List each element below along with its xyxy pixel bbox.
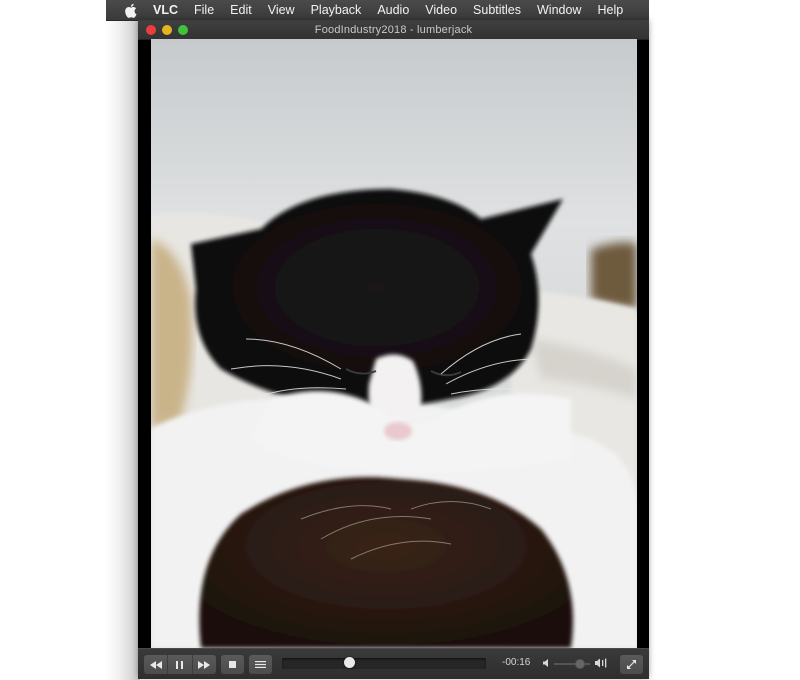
apple-menu-icon[interactable] xyxy=(123,2,137,18)
minimize-button[interactable] xyxy=(162,25,172,35)
title-bar[interactable]: FoodIndustry2018 - lumberjack xyxy=(138,20,649,40)
close-button[interactable] xyxy=(146,25,156,35)
video-area[interactable] xyxy=(151,39,637,648)
menu-bar: VLC File Edit View Playback Audio Video … xyxy=(106,0,649,20)
vlc-window: FoodIndustry2018 - lumberjack -00:16 xyxy=(138,20,649,679)
fullscreen-button[interactable] xyxy=(620,655,643,674)
window-controls xyxy=(146,25,188,35)
menu-edit[interactable]: Edit xyxy=(230,3,252,17)
speaker-low-icon[interactable] xyxy=(543,659,549,667)
seek-knob[interactable] xyxy=(343,657,355,668)
stop-icon xyxy=(229,661,236,668)
rewind-icon xyxy=(149,660,162,669)
fullscreen-icon xyxy=(627,660,636,669)
rewind-button[interactable] xyxy=(144,655,169,674)
time-remaining[interactable]: -00:16 xyxy=(502,657,534,668)
playback-controls: -00:16 xyxy=(138,648,649,679)
stop-button[interactable] xyxy=(221,655,244,674)
menu-vlc[interactable]: VLC xyxy=(153,3,178,17)
playlist-icon xyxy=(255,661,266,668)
menu-view[interactable]: View xyxy=(268,3,295,17)
menu-window[interactable]: Window xyxy=(537,3,581,17)
fast-forward-icon xyxy=(198,660,211,669)
desktop-shadow xyxy=(106,20,140,680)
menu-video[interactable]: Video xyxy=(425,3,457,17)
zoom-button[interactable] xyxy=(178,25,188,35)
menu-help[interactable]: Help xyxy=(597,3,623,17)
transport-buttons xyxy=(144,655,216,674)
menu-playback[interactable]: Playback xyxy=(311,3,362,17)
pause-icon xyxy=(176,660,184,669)
fast-forward-button[interactable] xyxy=(193,655,216,674)
playlist-button[interactable] xyxy=(249,655,272,674)
volume-slider[interactable] xyxy=(554,659,590,669)
video-frame xyxy=(151,39,637,648)
menu-file[interactable]: File xyxy=(194,3,214,17)
menu-subtitles[interactable]: Subtitles xyxy=(473,3,521,17)
speaker-high-icon[interactable] xyxy=(595,658,608,668)
volume-knob[interactable] xyxy=(575,659,585,669)
menu-audio[interactable]: Audio xyxy=(377,3,409,17)
pause-button[interactable] xyxy=(168,655,193,674)
seek-bar[interactable] xyxy=(282,657,486,669)
window-title: FoodIndustry2018 - lumberjack xyxy=(314,23,473,36)
